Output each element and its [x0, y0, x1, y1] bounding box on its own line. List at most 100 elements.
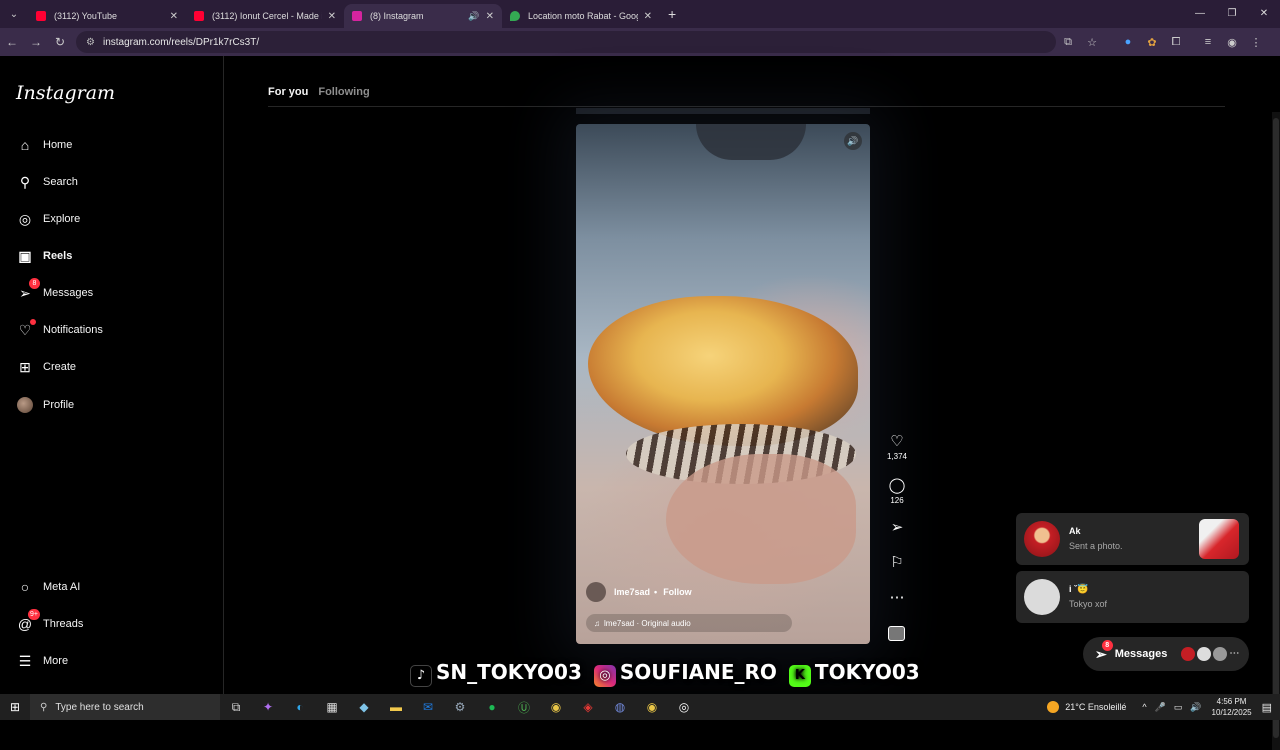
steam-icon[interactable]: ⚙ — [444, 694, 476, 720]
browser-tab-instagram[interactable]: (8) Instagram 🔊 ✕ — [344, 4, 502, 28]
browser-tab-youtube[interactable]: (3112) YouTube ✕ — [28, 4, 186, 28]
sidebar-item-explore[interactable]: ◎ Explore — [16, 210, 80, 228]
microphone-icon[interactable]: 🎤 — [1155, 702, 1166, 713]
page-scrollbar[interactable] — [1272, 112, 1280, 750]
message-notification[interactable]: Ak Sent a photo. — [1016, 513, 1249, 565]
tab-audio-icon[interactable]: 🔊 — [468, 11, 479, 22]
follow-button[interactable]: Follow — [663, 587, 692, 597]
browser-menu-icon[interactable]: ⋮ — [1244, 36, 1268, 49]
network-icon[interactable]: ▭ — [1174, 702, 1183, 713]
like-button[interactable]: ♡ 1,374 — [886, 434, 908, 462]
close-window-icon[interactable]: ✕ — [1248, 0, 1280, 28]
reading-list-icon[interactable]: ≡ — [1196, 36, 1220, 48]
avatar[interactable] — [586, 582, 606, 602]
profile-avatar-icon[interactable]: ◉ — [1220, 36, 1244, 49]
sidebar-item-notifications[interactable]: ♡ Notifications — [16, 319, 103, 339]
install-app-icon[interactable]: ⧉ — [1056, 36, 1080, 49]
notification-text: Tokyo xof — [1069, 599, 1108, 609]
site-info-icon[interactable]: ⚙ — [86, 37, 95, 48]
extensions-puzzle-icon[interactable]: ⧠ — [1164, 36, 1188, 49]
close-tab-icon[interactable]: ✕ — [644, 11, 652, 22]
app-icon[interactable]: ◈ — [572, 694, 604, 720]
reload-icon[interactable]: ↻ — [48, 35, 72, 49]
back-icon[interactable]: ← — [0, 35, 24, 49]
maps-favicon-icon — [510, 11, 520, 21]
taskbar-clock[interactable]: 4:56 PM 10/12/2025 — [1212, 696, 1252, 718]
plus-square-icon: ⊞ — [19, 358, 31, 375]
sidebar-item-meta-ai[interactable]: ○ Meta AI — [16, 578, 81, 596]
restore-icon[interactable]: ❐ — [1216, 0, 1248, 28]
notification-sender: Ak — [1069, 526, 1081, 536]
outlook-icon[interactable]: ✉ — [412, 694, 444, 720]
window-controls: — ❐ ✕ — [1184, 0, 1280, 28]
minimize-icon[interactable]: — — [1184, 0, 1216, 28]
app-icon[interactable]: ◆ — [348, 694, 380, 720]
avatar — [1213, 647, 1228, 661]
upwork-icon[interactable]: Ⓤ — [508, 694, 540, 720]
instagram-page: Instagram ⌂ Home ⚲ Search ◎ Explore ▣ Re… — [0, 56, 1280, 750]
edge-icon[interactable]: ◐ — [284, 694, 316, 720]
bookmark-star-icon[interactable]: ☆ — [1080, 36, 1104, 49]
home-icon: ⌂ — [20, 137, 30, 153]
tab-following[interactable]: Following — [318, 86, 369, 98]
sidebar-item-home[interactable]: ⌂ Home — [16, 136, 73, 154]
copilot-icon[interactable]: ✦ — [252, 694, 284, 720]
like-count: 1,374 — [886, 452, 908, 461]
browser-tab-maps[interactable]: Location moto Rabat - Google ✕ — [502, 4, 660, 28]
scrollbar-thumb[interactable] — [1273, 118, 1279, 738]
reel-audio[interactable]: ♫ lme7sad · Original audio — [586, 614, 792, 632]
sidebar-item-profile[interactable]: Profile — [16, 396, 74, 414]
sidebar-item-messages[interactable]: ➢ 8 Messages — [16, 278, 93, 302]
reel-username[interactable]: lme7sad — [614, 587, 650, 597]
chrome-icon[interactable]: ◉ — [540, 694, 572, 720]
avatar — [1181, 647, 1196, 661]
store-icon[interactable]: ▦ — [316, 694, 348, 720]
close-tab-icon[interactable]: ✕ — [170, 11, 178, 22]
spotify-icon[interactable]: ● — [476, 694, 508, 720]
avatar — [1024, 521, 1060, 557]
notification-center-icon[interactable]: ▤ — [1262, 701, 1272, 714]
instagram-logo[interactable]: Instagram — [16, 82, 115, 104]
file-explorer-icon[interactable]: ▬ — [380, 694, 412, 720]
audio-thumbnail[interactable] — [888, 626, 905, 641]
volume-icon[interactable]: 🔊 — [1190, 702, 1201, 713]
windows-taskbar: ⊞ ⚲ Type here to search ⧉ ✦ ◐ ▦ ◆ ▬ ✉ ⚙ … — [0, 694, 1280, 720]
overlay-instagram: ◎ SOUFIANE_RO — [593, 660, 777, 687]
chevron-up-icon[interactable]: ^ — [1142, 702, 1146, 712]
forward-icon[interactable]: → — [24, 35, 48, 49]
share-button[interactable]: ➢ — [886, 520, 908, 536]
new-tab-icon[interactable]: + — [668, 6, 676, 22]
sidebar-item-more[interactable]: ☰ More — [16, 652, 68, 670]
messages-pill[interactable]: ➢ 8 Messages ⋯ — [1083, 637, 1249, 671]
reel-owner: lme7sad • Follow — [586, 582, 692, 602]
browser-tab-youtube-2[interactable]: (3112) Ionut Cercel - Made in R ✕ — [186, 4, 344, 28]
comment-button[interactable]: ◯ 126 — [886, 478, 908, 506]
reel-video[interactable]: 🔊 lme7sad • Follow ♫ lme7sad · Original … — [576, 124, 870, 644]
tab-for-you[interactable]: For you — [268, 86, 308, 98]
discord-icon[interactable]: ◍ — [604, 694, 636, 720]
sidebar-item-reels[interactable]: ▣ Reels — [16, 247, 72, 265]
windows-start-icon[interactable]: ⊞ — [0, 700, 30, 714]
taskbar-search[interactable]: ⚲ Type here to search — [30, 694, 220, 720]
extension-icon[interactable]: ✿ — [1140, 36, 1164, 49]
tab-search-dropdown-icon[interactable]: ⌄ — [0, 0, 28, 28]
previous-reel-edge — [576, 108, 870, 114]
address-bar[interactable]: ⚙ instagram.com/reels/DPr1k7rCs3T/ — [76, 31, 1056, 53]
message-notification[interactable]: i ˇ😇 Tokyo xof — [1016, 571, 1249, 623]
close-tab-icon[interactable]: ✕ — [486, 11, 494, 22]
overlay-kick: K TOKYO03 — [788, 660, 920, 687]
extension-icon[interactable]: ● — [1116, 36, 1140, 48]
sidebar-item-search[interactable]: ⚲ Search — [16, 173, 78, 191]
chrome-icon[interactable]: ◉ — [636, 694, 668, 720]
sidebar-item-threads[interactable]: @9+ Threads — [16, 609, 83, 633]
obs-icon[interactable]: ◎ — [668, 694, 700, 720]
volume-icon[interactable]: 🔊 — [844, 132, 862, 150]
close-tab-icon[interactable]: ✕ — [328, 11, 336, 22]
sidebar-item-create[interactable]: ⊞ Create — [16, 358, 76, 376]
search-icon: ⚲ — [19, 173, 31, 190]
more-options-button[interactable]: ⋯ — [886, 590, 908, 606]
weather-widget[interactable]: 21°C Ensoleillé — [1047, 701, 1126, 713]
save-button[interactable]: ⚐ — [886, 555, 908, 571]
task-view-icon[interactable]: ⧉ — [220, 694, 252, 720]
reel-image-shadow — [696, 124, 806, 160]
